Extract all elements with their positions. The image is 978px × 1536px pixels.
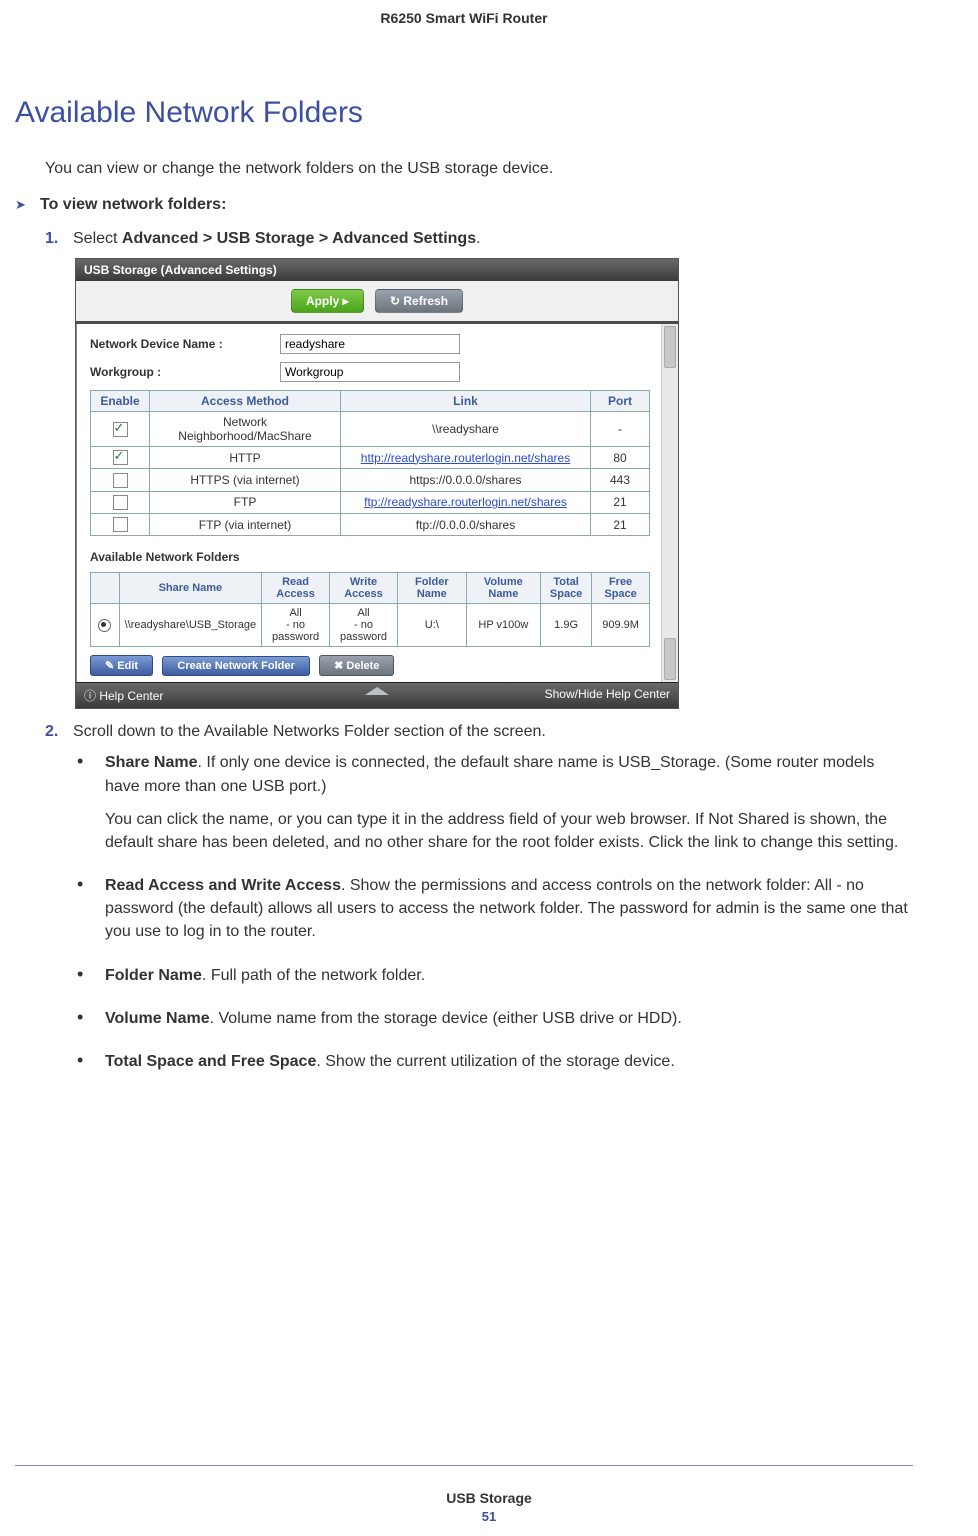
cell-port: 80 (591, 447, 650, 469)
bullet-dot-icon: • (77, 874, 105, 954)
col-link: Link (341, 391, 591, 412)
bullet-content: Folder Name. Full path of the network fo… (105, 964, 913, 997)
running-footer: USB Storage (0, 1490, 978, 1506)
cell-method: FTP (150, 491, 341, 513)
refresh-button[interactable]: ↻ Refresh (375, 289, 463, 313)
bullet-item: •Folder Name. Full path of the network f… (77, 964, 913, 997)
edit-button[interactable]: ✎ Edit (90, 655, 153, 676)
cell-link: ftp://0.0.0.0/shares (341, 513, 591, 535)
fcol-total: Total Space (541, 573, 592, 604)
access-row: FTP ftp://readyshare.routerlogin.net/shar… (91, 491, 650, 513)
expand-icon[interactable] (365, 687, 389, 695)
delete-button[interactable]: ✖ Delete (319, 655, 394, 676)
bullet-content: Share Name. If only one device is connec… (105, 751, 913, 864)
help-center-button[interactable]: ⓘ Help Center (84, 687, 163, 704)
apply-button[interactable]: Apply ▸ (291, 289, 364, 313)
fcol-folder: Folder Name (397, 573, 466, 604)
cell-method: FTP (via internet) (150, 513, 341, 535)
enable-checkbox[interactable] (113, 450, 128, 465)
step-1-text: Select Advanced > USB Storage > Advanced… (73, 230, 481, 248)
cell-total: 1.9G (541, 604, 592, 647)
access-row: HTTP http://readyshare.routerlogin.net/sh… (91, 447, 650, 469)
create-folder-button[interactable]: Create Network Folder (162, 656, 309, 676)
cell-share: \\readyshare\USB_Storage (119, 604, 261, 647)
bullet-content: Total Space and Free Space. Show the cur… (105, 1050, 913, 1083)
fcol-read: Read Access (262, 573, 330, 604)
bullet-item: •Total Space and Free Space. Show the cu… (77, 1050, 913, 1083)
access-link[interactable]: ftp://readyshare.routerlogin.net/shares (364, 495, 567, 509)
task-heading: To view network folders: (40, 196, 226, 214)
cell-method: Network Neighborhood/MacShare (150, 412, 341, 447)
cell-write: All - no password (330, 604, 398, 647)
access-row: HTTPS (via internet)https://0.0.0.0/shar… (91, 469, 650, 491)
bullet-dot-icon: • (77, 1007, 105, 1040)
bullet-dot-icon: • (77, 751, 105, 864)
step-2-text: Scroll down to the Available Networks Fo… (73, 723, 546, 741)
bullet-content: Volume Name. Volume name from the storag… (105, 1007, 913, 1040)
task-arrow-icon: ➤ (15, 197, 40, 213)
fcol-share: Share Name (119, 573, 261, 604)
step-number-1: 1. (45, 230, 73, 248)
fcol-free: Free Space (592, 573, 650, 604)
cell-folder: U:\ (397, 604, 466, 647)
cell-port: 21 (591, 491, 650, 513)
embedded-screenshot: USB Storage (Advanced Settings) Apply ▸ … (75, 258, 913, 709)
intro-text: You can view or change the network folde… (45, 160, 913, 178)
enable-checkbox[interactable] (113, 517, 128, 532)
col-enable: Enable (91, 391, 150, 412)
folder-row[interactable]: \\readyshare\USB_Storage All - no passwo… (91, 604, 650, 647)
enable-checkbox[interactable] (113, 422, 128, 437)
cell-link: ftp://readyshare.routerlogin.net/shares (341, 491, 591, 513)
cell-link: \\readyshare (341, 412, 591, 447)
access-row: Network Neighborhood/MacShare\\readyshar… (91, 412, 650, 447)
workgroup-input[interactable] (280, 362, 460, 382)
available-folders-header: Available Network Folders (90, 550, 664, 564)
running-header: R6250 Smart WiFi Router (15, 10, 913, 26)
fcol-write: Write Access (330, 573, 398, 604)
fcol-volume: Volume Name (466, 573, 540, 604)
cell-port: - (591, 412, 650, 447)
cell-free: 909.9M (592, 604, 650, 647)
cell-link: https://0.0.0.0/shares (341, 469, 591, 491)
footer-divider (15, 1465, 913, 1466)
bullet-dot-icon: • (77, 1050, 105, 1083)
bullet-item: •Share Name. If only one device is conne… (77, 751, 913, 864)
enable-checkbox[interactable] (113, 473, 128, 488)
enable-checkbox[interactable] (113, 495, 128, 510)
access-method-table: Enable Access Method Link Port Network N… (90, 390, 650, 536)
bullet-content: Read Access and Write Access. Show the p… (105, 874, 913, 954)
workgroup-label: Workgroup : (90, 365, 280, 379)
device-name-label: Network Device Name : (90, 337, 280, 351)
bullet-item: •Read Access and Write Access. Show the … (77, 874, 913, 954)
cell-port: 21 (591, 513, 650, 535)
page-number: 51 (0, 1509, 978, 1524)
col-port: Port (591, 391, 650, 412)
cell-volume: HP v100w (466, 604, 540, 647)
access-link[interactable]: http://readyshare.routerlogin.net/shares (361, 451, 570, 465)
col-method: Access Method (150, 391, 341, 412)
step-number-2: 2. (45, 723, 73, 741)
bullet-dot-icon: • (77, 964, 105, 997)
cell-read: All - no password (262, 604, 330, 647)
show-hide-help-button[interactable]: Show/Hide Help Center (545, 687, 670, 704)
cell-port: 443 (591, 469, 650, 491)
bullet-item: •Volume Name. Volume name from the stora… (77, 1007, 913, 1040)
row-radio[interactable] (98, 619, 111, 632)
cell-method: HTTP (150, 447, 341, 469)
scrollbar[interactable] (661, 324, 678, 682)
panel-title: USB Storage (Advanced Settings) (76, 259, 678, 281)
folders-table: Share Name Read Access Write Access Fold… (90, 572, 650, 647)
access-row: FTP (via internet)ftp://0.0.0.0/shares21 (91, 513, 650, 535)
cell-link: http://readyshare.routerlogin.net/shares (341, 447, 591, 469)
section-title: Available Network Folders (15, 96, 913, 130)
cell-method: HTTPS (via internet) (150, 469, 341, 491)
device-name-input[interactable] (280, 334, 460, 354)
